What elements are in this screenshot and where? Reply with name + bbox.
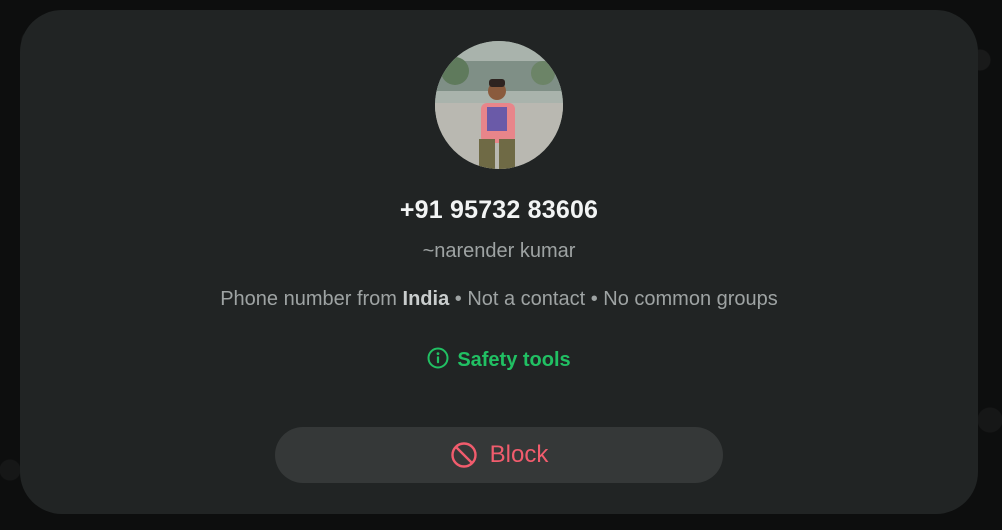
contact-avatar[interactable] [435, 41, 563, 169]
info-circle-icon [427, 347, 449, 375]
contact-phone-number: +91 95732 83606 [399, 196, 599, 224]
meta-prefix: Phone number from [220, 288, 403, 310]
meta-country: India [402, 288, 450, 310]
safety-tools-label: Safety tools [457, 349, 571, 371]
block-circle-icon [450, 441, 478, 469]
block-button[interactable]: Block [275, 427, 723, 483]
contact-username: ~narender kumar [422, 240, 576, 262]
contact-meta-info: Phone number from India • Not a contact … [20, 288, 978, 311]
meta-suffix: • Not a contact • No common groups [449, 288, 778, 310]
avatar-photo [435, 41, 563, 169]
safety-tools-link[interactable]: Safety tools [20, 347, 978, 375]
block-button-label: Block [489, 441, 549, 468]
contact-info-card: +91 95732 83606 ~narender kumar Phone nu… [20, 10, 978, 514]
